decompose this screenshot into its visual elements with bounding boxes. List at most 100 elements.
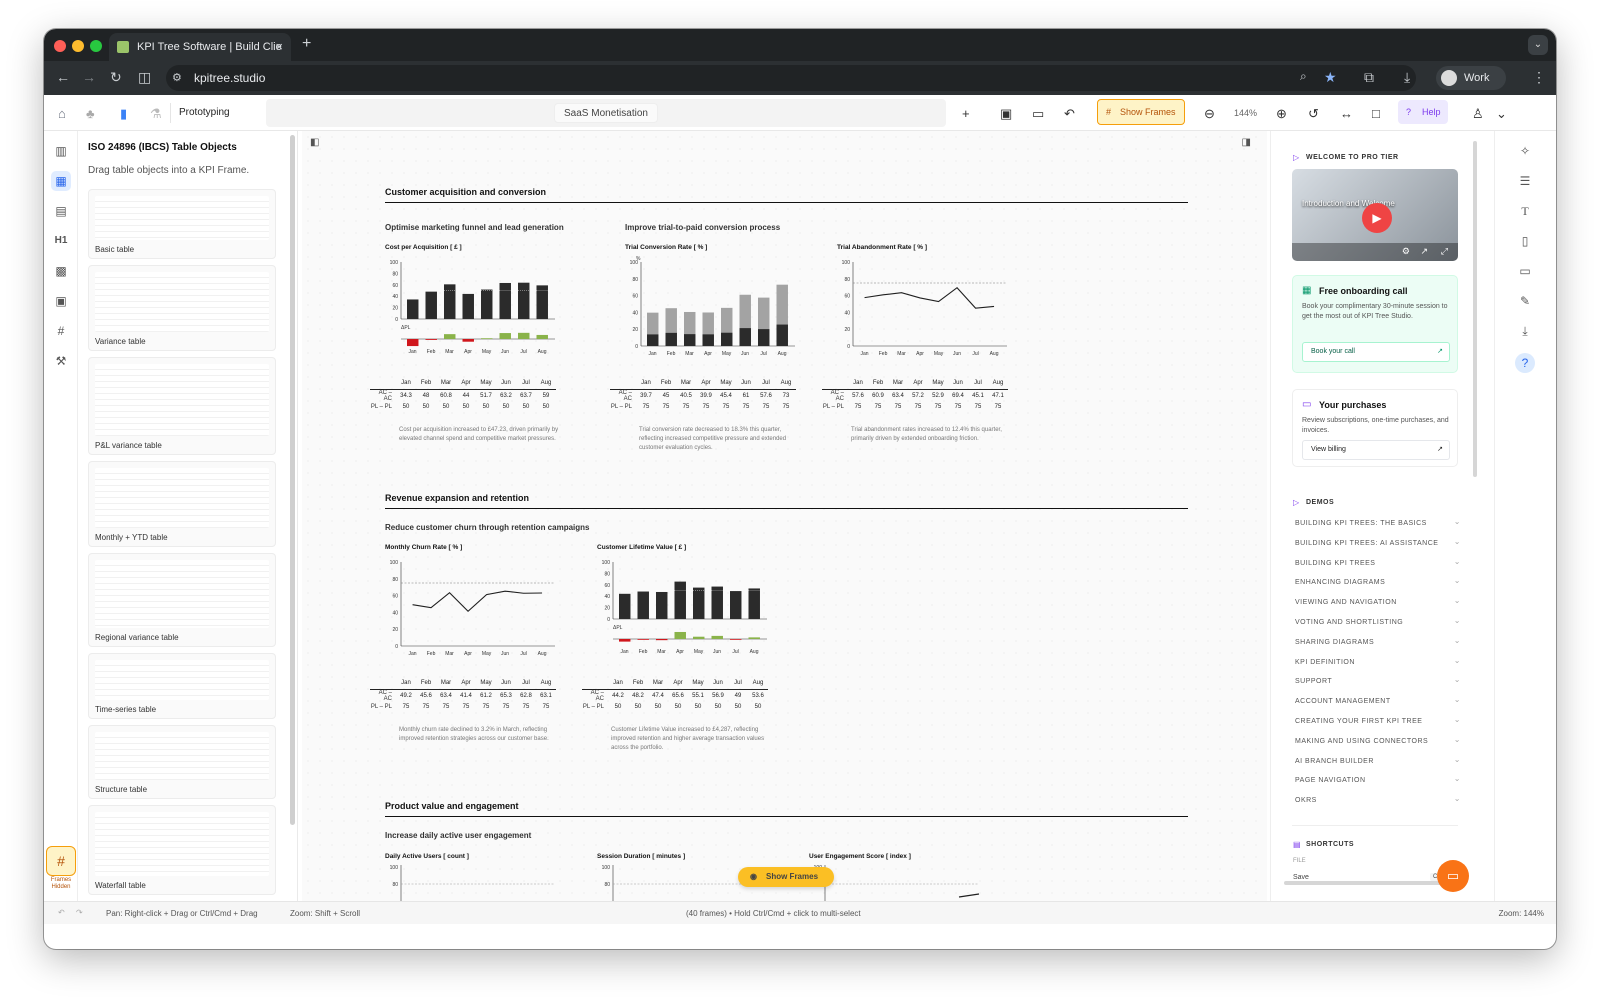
download-panel-icon[interactable]: ⤓ [1515,321,1535,341]
status-undo-icon[interactable]: ↶ [58,908,65,917]
demo-item[interactable]: BUILDING KPI TREES [1295,557,1461,567]
ai-sparkle-icon[interactable]: ✧ [1515,141,1535,161]
demo-item[interactable]: CREATING YOUR FIRST KPI TREE [1295,715,1461,725]
demo-item[interactable]: ENHANCING DIAGRAMS [1295,576,1461,586]
demo-item[interactable]: SUPPORT [1295,675,1461,685]
new-tab-icon[interactable]: + [302,35,311,53]
canvas[interactable]: ◧ ◨ Customer acquisition and conversion … [302,131,1267,901]
fullscreen-icon[interactable]: □ [1372,106,1380,121]
save-icon[interactable]: ▣ [1000,106,1012,122]
chat-icon[interactable]: ▭ [1515,261,1535,281]
frames-hidden-button[interactable]: # [46,846,76,876]
right-panel-hscrollbar[interactable] [1284,881,1460,885]
reset-zoom-icon[interactable]: ↺ [1308,106,1319,122]
components-icon[interactable]: ▣ [51,291,71,311]
demo-item[interactable]: MAKING AND USING CONNECTORS [1295,735,1461,745]
home-icon[interactable]: ⌂ [58,106,66,121]
help-circle-icon[interactable]: ? [1515,353,1535,373]
browser-tab[interactable]: KPI Tree Software | Build Clie × [109,33,291,61]
table-card[interactable]: Regional variance table [88,553,276,647]
omnibox[interactable] [166,65,1416,91]
split-view-icon[interactable]: ◫ [138,69,151,86]
zoom-in-icon[interactable]: ⊕ [1276,106,1287,122]
zoom-level[interactable]: 144% [1234,108,1257,118]
demo-item[interactable]: VIEWING AND NAVIGATION [1295,596,1461,606]
tab-search-icon[interactable]: ⌄ [1528,35,1548,55]
back-icon[interactable]: ← [56,69,70,85]
kpi-chart[interactable]: Trial Conversion Rate [ % ] 100 80 60 40 20 0%… [610,244,805,474]
demo-item[interactable]: BUILDING KPI TREES: THE BASICS [1295,517,1461,527]
status-redo-icon[interactable]: ↷ [76,908,83,917]
forward-icon[interactable]: → [82,69,96,85]
table-card[interactable]: Time-series table [88,653,276,719]
frame-tool-icon[interactable]: # [51,321,71,341]
user-menu-chevron-icon[interactable]: ⌄ [1496,106,1507,122]
user-icon[interactable]: ♙ [1472,106,1484,122]
right-panel-scrollbar[interactable] [1473,141,1477,477]
table-card[interactable]: Monthly + YTD table [88,461,276,547]
close-tab-icon[interactable]: × [275,33,283,61]
collapse-right-icon[interactable]: ◨ [1242,137,1251,148]
grid-icon[interactable]: ▩ [51,261,71,281]
url-text[interactable]: kpitree.studio [194,71,265,85]
open-folder-icon[interactable]: ▭ [1032,106,1044,122]
text-icon[interactable]: T [1515,201,1535,221]
demo-item[interactable]: ACCOUNT MANAGEMENT [1295,695,1461,705]
chart-icon[interactable]: ▮ [120,106,127,122]
book-icon[interactable]: ▯ [1515,231,1535,251]
comments-icon[interactable]: ▤ [51,201,71,221]
intro-video[interactable]: Introduction and Welcome ▶ ⚙ ↗ ⤢ [1292,169,1458,261]
kpi-chart[interactable]: Daily Active Users [ count ] 100 80 [385,853,565,901]
demo-item[interactable]: KPI DEFINITION [1295,656,1461,666]
video-settings-icon[interactable]: ⚙ [1402,246,1410,257]
video-play-icon[interactable]: ▶ [1362,203,1392,233]
wrench-icon[interactable]: ⚒ [51,351,71,371]
collapse-left-icon[interactable]: ◧ [310,137,319,148]
demo-item[interactable]: OKRS [1295,794,1461,804]
prototyping-label[interactable]: Prototyping [179,107,230,118]
book-call-button[interactable]: Book your call ↗ [1302,342,1450,362]
kpi-chart[interactable]: Trial Abandonment Rate [ % ] 100 80 60 40 20 0… [822,244,1017,474]
flask-icon[interactable]: ⚗ [150,106,162,122]
table-card[interactable]: Waterfall table [88,805,276,895]
zoom-out-icon[interactable]: ⊖ [1204,106,1215,122]
demo-item[interactable]: AI BRANCH BUILDER [1295,755,1461,765]
floating-show-frames-button[interactable]: ◉ Show Frames [738,867,834,887]
table-card[interactable]: Basic table [88,189,276,259]
charts-icon[interactable]: ▥ [51,141,71,161]
demo-item[interactable]: VOTING AND SHORTLISTING [1295,616,1461,626]
demo-item[interactable]: SHARING DIAGRAMS [1295,636,1461,646]
browser-menu-icon[interactable]: ⋮ [1532,69,1546,86]
chat-fab[interactable]: ▭ [1437,860,1469,892]
bookmark-star-icon[interactable]: ★ [1324,69,1337,86]
table-card[interactable]: Variance table [88,265,276,351]
help-button[interactable]: ? Help [1398,100,1448,124]
panel-scrollbar[interactable] [290,135,295,825]
minimize-window-button[interactable] [72,40,84,52]
sliders-icon[interactable]: ☰ [1515,171,1535,191]
profile-button[interactable]: Work [1436,66,1506,90]
table-card[interactable]: P&L variance table [88,357,276,455]
demo-item[interactable]: BUILDING KPI TREES: AI ASSISTANCE [1295,537,1461,547]
add-icon[interactable]: + [962,106,970,121]
kpi-chart[interactable]: Monthly Churn Rate [ % ] 100 80 60 40 20 0 Jan F… [370,544,565,774]
maximize-window-button[interactable] [90,40,102,52]
video-external-icon[interactable]: ↗ [1420,246,1428,257]
fit-width-icon[interactable]: ↔ [1340,106,1353,121]
kpi-chart[interactable]: User Engagement Score [ index ] 10080 [809,853,989,901]
demo-item[interactable]: PAGE NAVIGATION [1295,774,1461,784]
tree-icon[interactable]: ♣ [86,106,95,121]
undo-icon[interactable]: ↶ [1064,106,1075,122]
show-frames-button[interactable]: # Show Frames [1097,99,1185,125]
kpi-chart[interactable]: Cost per Acquisition [ £ ] 100 80 60 40 20 0 ΔP… [370,244,565,474]
tables-icon[interactable]: ▦ [51,171,71,191]
notes-icon[interactable]: ✎ [1515,291,1535,311]
document-title[interactable]: SaaS Monetisation [554,103,658,123]
table-card[interactable]: Structure table [88,725,276,799]
site-info-icon[interactable]: ⚙ [172,71,182,84]
zoom-lens-icon[interactable]: ⌕ [1300,69,1307,84]
extensions-icon[interactable]: ⧉ [1364,69,1374,86]
kpi-chart[interactable]: Customer Lifetime Value [ £ ] 100 80 60 40 20… [582,544,777,774]
view-billing-button[interactable]: View billing ↗ [1302,440,1450,460]
reload-icon[interactable]: ↻ [110,69,122,86]
